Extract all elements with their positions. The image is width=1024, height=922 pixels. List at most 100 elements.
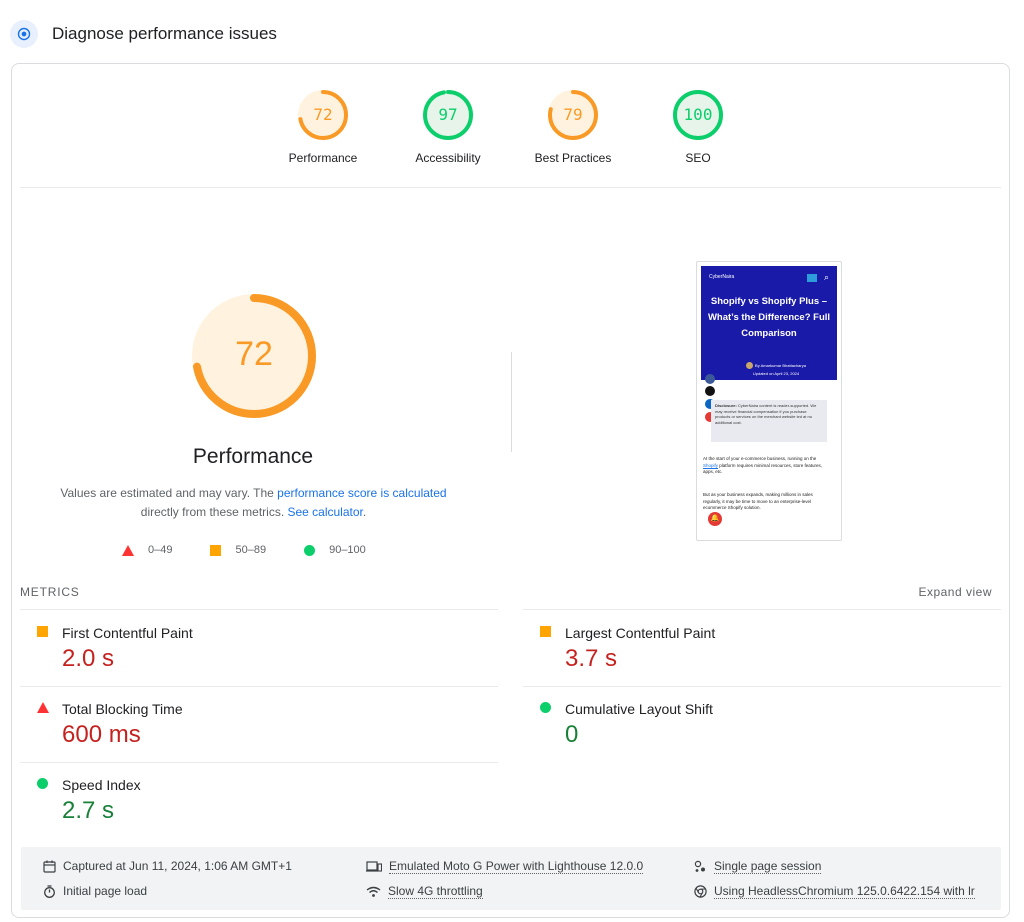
legend-pass: 90–100: [304, 544, 366, 556]
session-text: Single page session: [714, 859, 822, 874]
average-square-icon: [540, 626, 551, 637]
metric-first-contentful-paint[interactable]: First Contentful Paint 2.0 s: [20, 611, 480, 687]
thumb-updated: Updated on April 23, 2024: [752, 371, 800, 376]
metric-name: Total Blocking Time: [62, 701, 183, 717]
gauge-label: Performance: [288, 151, 358, 165]
facebook-icon: [705, 374, 715, 384]
search-icon: ⌕: [823, 272, 829, 282]
thumb-text: platform requires minimal resources, sto…: [703, 462, 823, 475]
thumb-disclosure: Disclosure: CyberNaira content is reader…: [711, 400, 827, 442]
legend-text: 90–100: [329, 544, 366, 556]
metric-total-blocking-time[interactable]: Total Blocking Time 600 ms: [20, 687, 480, 763]
thumb-text: At the start of your e-commerce business…: [703, 456, 817, 461]
avatar: [746, 362, 754, 370]
menu-icon: [807, 274, 817, 282]
metric-name: First Contentful Paint: [62, 625, 193, 641]
gauge-label: SEO: [685, 151, 711, 165]
gauge-score: 100: [683, 105, 713, 124]
session-info[interactable]: Single page session: [694, 859, 822, 874]
thumb-text: But as your business expands, making mil…: [703, 492, 813, 510]
vertical-divider: [511, 352, 512, 452]
pass-circle-icon: [37, 778, 48, 789]
captured-info: Captured at Jun 11, 2024, 1:06 AM GMT+1: [43, 859, 292, 873]
thumb-author-text: By Amarkumar Bhattacharya: [755, 363, 806, 368]
gauge-performance[interactable]: 72 Performance: [263, 89, 383, 165]
performance-gauge-large: 72: [190, 292, 318, 420]
legend-average: 50–89: [210, 544, 266, 556]
x-icon: [705, 386, 715, 396]
device-info[interactable]: Emulated Moto G Power with Lighthouse 12…: [366, 859, 644, 874]
calendar-icon: [43, 860, 56, 873]
performance-score: 72: [235, 335, 273, 373]
metric-cumulative-layout-shift[interactable]: Cumulative Layout Shift 0: [523, 687, 983, 763]
fail-triangle-icon: [37, 702, 49, 713]
divider: [20, 609, 498, 610]
divider: [20, 187, 1001, 188]
final-screenshot[interactable]: CyberNaira ⌕ Shopify vs Shopify Plus – W…: [696, 261, 842, 541]
metric-value: 0: [565, 721, 579, 748]
initial-load-info: Initial page load: [43, 884, 147, 898]
score-calculated-link[interactable]: performance score is calculated: [277, 486, 446, 500]
metric-speed-index[interactable]: Speed Index 2.7 s: [20, 763, 480, 839]
thumb-link: Shopify: [703, 462, 719, 468]
thumb-paragraph: At the start of your e-commerce business…: [703, 456, 831, 476]
session-icon: [694, 860, 705, 872]
section-title: Diagnose performance issues: [52, 24, 277, 43]
legend-text: 50–89: [235, 544, 267, 556]
desc-text: .: [362, 505, 367, 519]
legend-text: 0–49: [148, 544, 173, 556]
pass-circle-icon: [540, 702, 551, 713]
metric-value: 3.7 s: [565, 645, 618, 672]
gauge-score: 79: [563, 105, 583, 124]
metric-largest-contentful-paint[interactable]: Largest Contentful Paint 3.7 s: [523, 611, 983, 687]
gauge-seo[interactable]: 100 SEO: [638, 89, 758, 165]
desc-text: Values are estimated and may vary. The: [60, 486, 278, 500]
gauge-label: Best Practices: [534, 151, 612, 165]
thumb-author: By Amarkumar Bhattacharya Updated on Apri…: [721, 362, 831, 378]
divider: [523, 609, 1001, 610]
legend-fail: 0–49: [122, 544, 172, 556]
metric-value: 2.7 s: [62, 797, 115, 824]
gauge-score: 72: [313, 105, 333, 124]
thumb-disclosure-bold: Disclosure:: [715, 403, 737, 408]
metric-value: 600 ms: [62, 721, 141, 748]
thumb-hero: CyberNaira ⌕ Shopify vs Shopify Plus – W…: [701, 266, 837, 380]
performance-title: Performance: [192, 445, 314, 468]
gauge-accessibility[interactable]: 97 Accessibility: [388, 89, 508, 165]
square-icon: [210, 544, 222, 556]
metric-name: Largest Contentful Paint: [565, 625, 716, 641]
see-calculator-link[interactable]: See calculator: [287, 505, 362, 519]
runtime-settings: Captured at Jun 11, 2024, 1:06 AM GMT+1 …: [21, 847, 1001, 910]
throttling-text: Slow 4G throttling: [388, 884, 483, 899]
metric-name: Cumulative Layout Shift: [565, 701, 713, 717]
report-card: 72 Performance 97 Accessibility 79 Best …: [11, 63, 1010, 918]
triangle-icon: [122, 544, 134, 556]
metrics-label: METRICS: [20, 585, 80, 599]
section-header: Diagnose performance issues: [10, 20, 277, 48]
throttling-info[interactable]: Slow 4G throttling: [366, 884, 483, 899]
chrome-icon: [694, 885, 707, 898]
circle-icon: [304, 544, 316, 556]
gauge-score: 97: [438, 105, 458, 124]
score-legend: 0–49 50–89 90–100: [122, 544, 404, 556]
metric-value: 2.0 s: [62, 645, 115, 672]
category-gauges: 72 Performance 97 Accessibility 79 Best …: [12, 89, 1009, 179]
expand-view-button[interactable]: Expand view: [918, 585, 992, 599]
device-text: Emulated Moto G Power with Lighthouse 12…: [389, 859, 644, 874]
metric-name: Speed Index: [62, 777, 141, 793]
notification-bell-icon: 🔔: [708, 512, 722, 526]
timer-icon: [44, 884, 55, 898]
devices-icon: [366, 861, 382, 872]
thumb-title: Shopify vs Shopify Plus – What’s the Dif…: [707, 296, 831, 339]
wifi-icon: [366, 886, 381, 897]
diagnose-icon: [10, 20, 38, 48]
gauge-label: Accessibility: [415, 151, 481, 165]
captured-text: Captured at Jun 11, 2024, 1:06 AM GMT+1: [63, 859, 292, 873]
browser-info[interactable]: Using HeadlessChromium 125.0.6422.154 wi…: [694, 884, 975, 899]
gauge-best-practices[interactable]: 79 Best Practices: [513, 89, 633, 165]
initial-load-text: Initial page load: [63, 884, 148, 898]
average-square-icon: [37, 626, 48, 637]
browser-text: Using HeadlessChromium 125.0.6422.154 wi…: [714, 884, 975, 899]
thumb-brand: CyberNaira: [709, 274, 735, 280]
thumb-paragraph: But as your business expands, making mil…: [703, 492, 831, 512]
